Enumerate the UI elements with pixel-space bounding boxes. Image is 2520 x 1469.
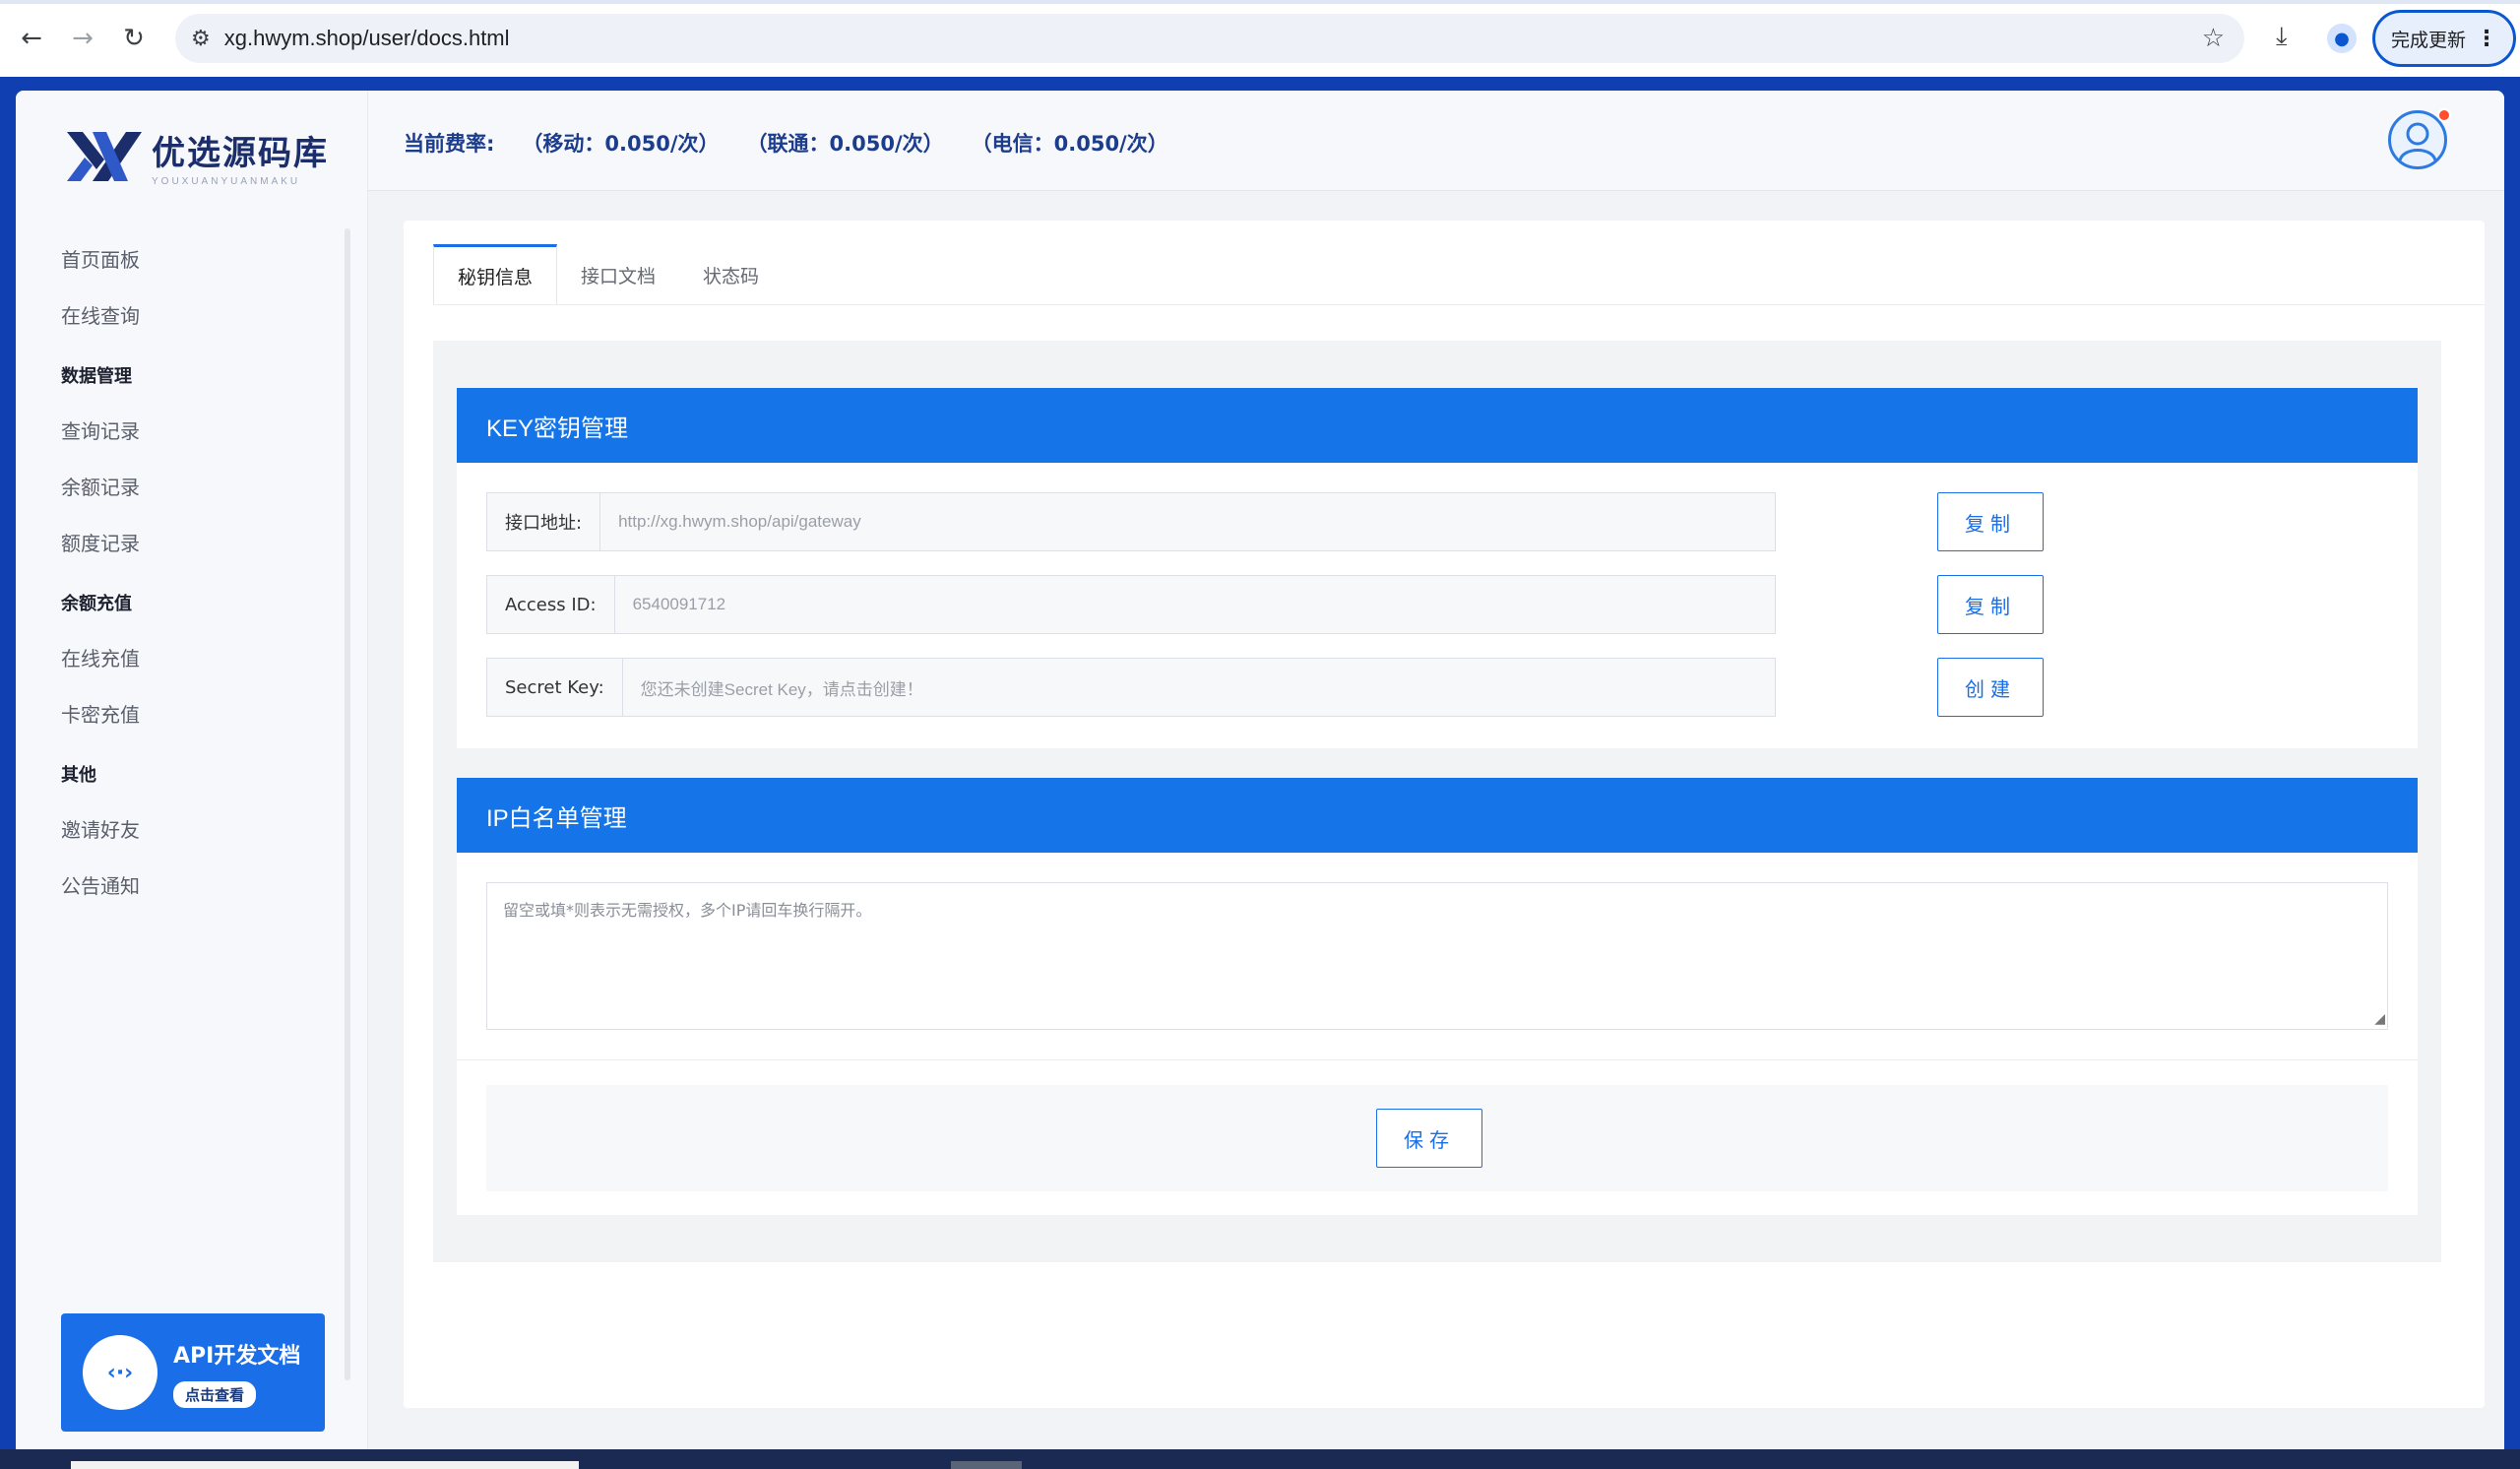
tab-key-info[interactable]: 秘钥信息 <box>433 244 558 305</box>
copy-gateway-button[interactable]: 复制 <box>1937 492 2044 551</box>
rate-info: 当前费率: （移动：0.050/次） （联通：0.050/次） （电信：0.05… <box>404 128 1168 158</box>
sidebar-item-quota-records[interactable]: 额度记录 <box>61 514 346 570</box>
download-icon[interactable]: ⤓ <box>2276 22 2288 52</box>
secret-key-label: Secret Key: <box>487 659 623 716</box>
gateway-input[interactable]: http://xg.hwym.shop/api/gateway <box>600 493 1775 550</box>
tab-divider <box>433 304 2485 305</box>
update-button[interactable]: 完成更新 ⋮ <box>2372 10 2516 67</box>
api-docs-card[interactable]: ‹·› API开发文档 点击查看 <box>61 1313 325 1432</box>
back-icon[interactable]: ← <box>12 19 51 58</box>
sidebar-menu: 首页面板 在线查询 数据管理 查询记录 余额记录 额度记录 余额充值 在线充值 … <box>61 230 346 913</box>
sidebar-group-data: 数据管理 <box>61 366 132 387</box>
resize-handle-icon[interactable]: ◢ <box>2374 1011 2385 1027</box>
taskbar-item[interactable] <box>951 1461 1022 1469</box>
code-icon: ‹·› <box>83 1335 158 1410</box>
taskbar <box>0 1449 2520 1469</box>
tab-bar: 秘钥信息 接口文档 状态码 <box>433 244 783 305</box>
secret-key-field: Secret Key: 您还未创建Secret Key，请点击创建！ <box>486 658 1776 717</box>
api-docs-title: API开发文档 <box>173 1343 301 1369</box>
save-area: 保存 <box>486 1085 2388 1191</box>
sidebar-item-balance-records[interactable]: 余额记录 <box>61 458 346 514</box>
forward-icon[interactable]: → <box>63 19 102 58</box>
tab-api-docs[interactable]: 接口文档 <box>557 244 679 305</box>
sidebar-item-announcements[interactable]: 公告通知 <box>61 857 346 913</box>
rate-unicom: （联通：0.050/次） <box>746 132 944 156</box>
profile-icon[interactable]: ● <box>2327 24 2357 53</box>
sidebar-item-online-query[interactable]: 在线查询 <box>61 287 346 343</box>
ip-whitelist-placeholder: 留空或填*则表示无需授权，多个IP请回车换行隔开。 <box>503 901 872 920</box>
tab-status-codes[interactable]: 状态码 <box>679 244 783 305</box>
access-id-input[interactable]: 6540091712 <box>614 576 1775 633</box>
menu-kebab-icon: ⋮ <box>2476 26 2497 51</box>
sidebar: 优选源码库 YOUXUANYUANMAKU 首页面板 在线查询 数据管理 查询记… <box>16 91 368 1449</box>
tab-strip <box>0 0 2520 4</box>
bookmark-star-icon[interactable]: ☆ <box>2202 24 2225 53</box>
sidebar-item-card-recharge[interactable]: 卡密充值 <box>61 685 346 741</box>
gateway-label: 接口地址: <box>487 493 601 550</box>
sidebar-scrollbar[interactable] <box>345 228 350 1380</box>
notification-badge <box>2437 108 2451 122</box>
sidebar-item-online-recharge[interactable]: 在线充值 <box>61 629 346 685</box>
access-id-label: Access ID: <box>487 576 615 633</box>
logo-mark-icon <box>63 126 146 187</box>
sidebar-group-other: 其他 <box>61 765 96 786</box>
app-window: 优选源码库 YOUXUANYUANMAKU 首页面板 在线查询 数据管理 查询记… <box>16 91 2504 1449</box>
reload-icon[interactable]: ↻ <box>114 19 154 58</box>
url-text[interactable]: xg.hwym.shop/user/docs.html <box>224 26 510 51</box>
access-id-field: Access ID: 6540091712 <box>486 575 1776 634</box>
ip-whitelist-textarea[interactable]: 留空或填*则表示无需授权，多个IP请回车换行隔开。 ◢ <box>486 882 2388 1030</box>
key-panel-title: KEY密钥管理 <box>457 388 2418 463</box>
panel-divider <box>457 1059 2418 1060</box>
gateway-field: 接口地址: http://xg.hwym.shop/api/gateway <box>486 492 1776 551</box>
logo[interactable]: 优选源码库 YOUXUANYUANMAKU <box>63 126 329 187</box>
copy-access-id-button[interactable]: 复制 <box>1937 575 2044 634</box>
logo-subtitle: YOUXUANYUANMAKU <box>152 176 301 187</box>
ip-whitelist-panel: IP白名单管理 留空或填*则表示无需授权，多个IP请回车换行隔开。 ◢ 保存 <box>457 778 2418 1215</box>
address-bar[interactable]: ⚙ xg.hwym.shop/user/docs.html ☆ <box>175 14 2244 63</box>
content-card: 秘钥信息 接口文档 状态码 KEY密钥管理 接口地址: http://xg.hw… <box>404 221 2485 1408</box>
rate-mobile: （移动：0.050/次） <box>522 132 720 156</box>
sidebar-item-dashboard[interactable]: 首页面板 <box>61 230 346 287</box>
top-header: 当前费率: （移动：0.050/次） （联通：0.050/次） （电信：0.05… <box>368 91 2504 191</box>
key-management-panel: KEY密钥管理 接口地址: http://xg.hwym.shop/api/ga… <box>457 388 2418 748</box>
logo-title: 优选源码库 <box>152 134 329 173</box>
update-button-label: 完成更新 <box>2390 29 2466 51</box>
sidebar-item-invite[interactable]: 邀请好友 <box>61 800 346 857</box>
sidebar-item-query-records[interactable]: 查询记录 <box>61 402 346 458</box>
sidebar-group-recharge: 余额充值 <box>61 594 132 614</box>
browser-toolbar: ← → ↻ ⚙ xg.hwym.shop/user/docs.html ☆ ⤓ … <box>0 0 2520 77</box>
create-secret-key-button[interactable]: 创建 <box>1937 658 2044 717</box>
tab-content: KEY密钥管理 接口地址: http://xg.hwym.shop/api/ga… <box>433 341 2441 1262</box>
site-settings-icon[interactable]: ⚙ <box>191 27 211 51</box>
secret-key-input[interactable]: 您还未创建Secret Key，请点击创建！ <box>622 659 1775 716</box>
ip-panel-title: IP白名单管理 <box>457 778 2418 853</box>
api-docs-view-button[interactable]: 点击查看 <box>173 1380 257 1408</box>
taskbar-window[interactable] <box>71 1461 579 1469</box>
save-button[interactable]: 保存 <box>1376 1109 1482 1168</box>
rate-label: 当前费率: <box>404 132 495 156</box>
rate-telecom: （电信：0.050/次） <box>971 132 1168 156</box>
